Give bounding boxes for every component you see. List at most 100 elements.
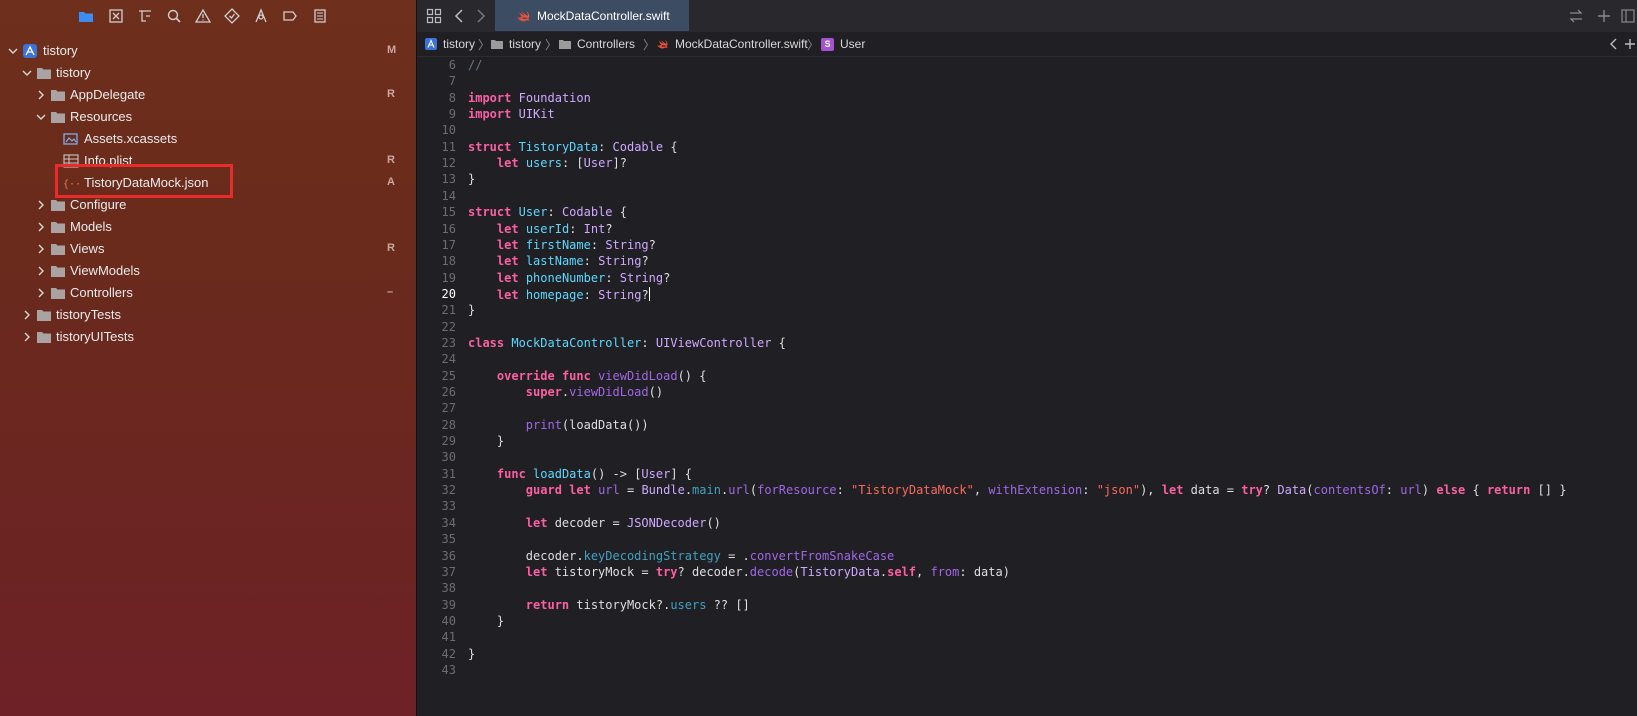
code-line[interactable]: 28 print(loadData()) [417,418,1637,435]
breadcrumb-symbol[interactable]: S User [821,37,865,51]
code-line[interactable]: 24 [417,352,1637,369]
code-area[interactable]: 6 // 7 8 import Foundation 9 import UIKit 10 11 s… [417,58,1637,716]
code-line[interactable]: 21} [417,303,1637,320]
code-line[interactable]: 23 class MockDataController: UIViewContro… [417,336,1637,353]
code-line[interactable]: 14 [417,189,1637,206]
debug-icon[interactable] [252,7,270,25]
code-line[interactable]: 29 } [417,434,1637,451]
code-text: let phoneNumber: String? [496,270,671,285]
tree-item-folder[interactable]: Views R [0,238,416,260]
code-line[interactable]: 16 let userId: Int? [417,222,1637,239]
breadcrumb-folder[interactable]: Controllers [559,37,635,51]
tree-item-folder[interactable]: tistory [0,62,416,84]
tree-item-label: Controllers [70,285,133,300]
chevron-right-icon[interactable] [36,200,46,210]
chevron-right-icon[interactable] [22,332,32,342]
tree-item-folder[interactable]: AppDelegate R [0,84,416,106]
code-line[interactable]: 33 [417,499,1637,516]
code-line[interactable]: 19 let phoneNumber: String? [417,271,1637,288]
code-line[interactable]: 12 let users: [User]? [417,156,1637,173]
tree-item-folder[interactable]: tistoryTests [0,304,416,326]
code-line[interactable]: 8 import Foundation [417,91,1637,108]
code-line[interactable]: 35 [417,532,1637,549]
navigator-toolbar [0,0,416,32]
source-control-icon[interactable] [107,7,125,25]
breakpoint-icon[interactable] [281,7,299,25]
breadcrumb-folder[interactable]: tistory [491,37,541,51]
breadcrumb-project[interactable]: tistory [425,37,475,51]
code-line[interactable]: 43 [417,663,1637,680]
breadcrumb-file[interactable]: MockDataController.swift [657,37,808,51]
breadcrumb-separator: 〉 [643,38,656,52]
search-icon[interactable] [165,7,183,25]
tree-item-folder[interactable]: ViewModels [0,260,416,282]
code-line[interactable]: 6 // [417,58,1637,75]
back-icon[interactable] [451,7,469,25]
code-line[interactable]: 42} [417,647,1637,664]
code-line[interactable]: 15 struct User: Codable { [417,205,1637,222]
line-number: 17 [441,237,456,252]
code-line[interactable]: 30 [417,450,1637,467]
code-line[interactable]: 10 [417,123,1637,140]
tree-item-folder[interactable]: Models [0,216,416,238]
code-line[interactable]: 26 super.viewDidLoad() [417,385,1637,402]
code-line[interactable]: 20 let homepage: String? [417,286,1637,304]
code-line[interactable]: 31 func loadData() -> [User] { [417,467,1637,484]
add-editor-icon[interactable] [1595,7,1613,25]
chevron-down-icon[interactable] [36,112,46,122]
code-text: import UIKit [468,107,555,122]
code-line[interactable]: 18 let lastName: String? [417,254,1637,271]
line-number: 12 [441,156,456,171]
code-text: } [468,613,505,628]
split-editor-icon[interactable] [1619,7,1637,25]
line-number: 41 [441,630,456,645]
code-line[interactable]: 39 return tistoryMock?.users ?? [] [417,598,1637,615]
code-line[interactable]: 40 } [417,614,1637,631]
tree-item-file[interactable]: Assets.xcassets [0,128,416,150]
warning-icon[interactable] [194,7,212,25]
chevron-down-icon[interactable] [8,46,18,56]
chevron-right-icon[interactable] [36,90,46,100]
line-number: 35 [441,532,456,547]
code-line[interactable]: 13} [417,172,1637,189]
code-line[interactable]: 32 guard let url = Bundle.main.url(forRe… [417,483,1637,500]
chevron-down-icon[interactable] [22,68,32,78]
tree-item-folder[interactable]: Resources [0,106,416,128]
folder-icon[interactable] [77,7,95,25]
chevron-right-icon[interactable] [36,222,46,232]
code-line[interactable]: 37 let tistoryMock = try? decoder.decode… [417,565,1637,582]
tab-mockdatacontroller[interactable]: MockDataController.swift [495,0,689,31]
symbol-icon[interactable] [136,7,154,25]
chevron-right-icon[interactable] [36,266,46,276]
code-line[interactable]: 27 [417,401,1637,418]
report-icon[interactable] [311,7,329,25]
breadcrumb-separator: 〉 [478,38,491,52]
code-text: let users: [User]? [496,156,627,171]
code-line[interactable]: 41 [417,630,1637,647]
chevron-right-icon[interactable] [22,310,32,320]
related-items-icon[interactable] [1567,7,1585,25]
code-line[interactable]: 7 [417,74,1637,91]
code-line[interactable]: 17 let firstName: String? [417,238,1637,255]
test-icon[interactable] [223,7,241,25]
chevron-right-icon[interactable] [36,244,46,254]
tree-item-project[interactable]: tistory M [0,40,416,62]
code-line[interactable]: 9 import UIKit [417,107,1637,124]
grid-icon[interactable] [425,7,443,25]
code-line[interactable]: 11 struct TistoryData: Codable { [417,140,1637,157]
code-line[interactable]: 36 decoder.keyDecodingStrategy = .conver… [417,549,1637,566]
forward-icon[interactable] [471,7,489,25]
tree-item-folder[interactable]: tistoryUITests [0,326,416,348]
code-line[interactable]: 25 override func viewDidLoad() { [417,369,1637,386]
chevron-right-icon[interactable] [36,288,46,298]
code-line[interactable]: 34 let decoder = JSONDecoder() [417,516,1637,533]
line-number: 18 [441,254,456,269]
folder-icon [491,40,503,49]
code-text: super.viewDidLoad() [525,385,664,399]
code-line[interactable]: 38 [417,581,1637,598]
tree-item-folder[interactable]: Controllers – [0,282,416,304]
code-line[interactable]: 22 [417,320,1637,337]
tree-item-label: Assets.xcassets [84,131,178,146]
add-icon[interactable] [1621,35,1637,53]
line-number: 30 [441,450,456,465]
